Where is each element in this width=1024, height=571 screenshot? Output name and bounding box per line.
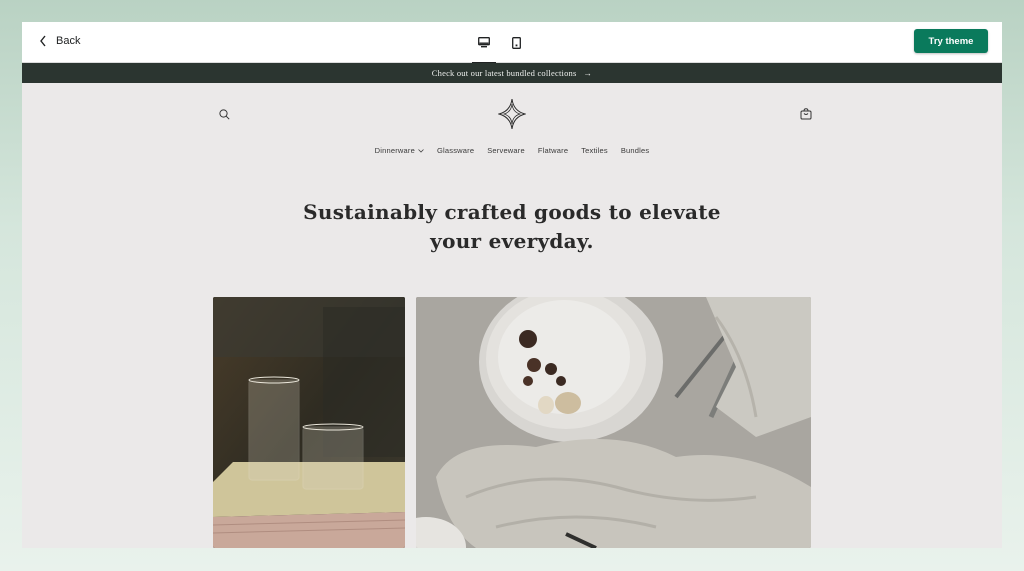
device-switcher xyxy=(472,22,536,64)
search-icon[interactable] xyxy=(219,109,230,120)
nav-item-bundles[interactable]: Bundles xyxy=(621,146,650,155)
nav-item-serveware[interactable]: Serveware xyxy=(487,146,525,155)
main-navigation: Dinnerware Glassware Serveware Flatware … xyxy=(22,146,1002,155)
hero-headline-line1: Sustainably crafted goods to elevate xyxy=(303,200,721,224)
hero-headline: Sustainably crafted goods to elevate you… xyxy=(262,198,762,256)
chevron-down-icon xyxy=(418,148,424,153)
back-button[interactable]: Back xyxy=(38,34,80,48)
desktop-view-button[interactable] xyxy=(472,22,496,64)
nav-item-glassware[interactable]: Glassware xyxy=(437,146,474,155)
arrow-right-icon: → xyxy=(583,68,593,78)
back-label: Back xyxy=(56,35,81,47)
mobile-icon xyxy=(511,36,521,49)
nav-item-dinnerware[interactable]: Dinnerware xyxy=(375,146,424,155)
tableware-photo xyxy=(416,297,811,548)
try-theme-button[interactable]: Try theme xyxy=(914,29,988,53)
cart-icon[interactable] xyxy=(800,108,812,120)
theme-preview-frame: Back Try theme Check out our latest bund… xyxy=(22,22,1002,548)
announcement-text: Check out our latest bundled collections xyxy=(431,68,577,78)
nav-item-label: Dinnerware xyxy=(374,146,415,155)
announcement-bar[interactable]: Check out our latest bundled collections… xyxy=(22,63,1002,83)
nav-item-textiles[interactable]: Textiles xyxy=(581,146,608,155)
glassware-photo xyxy=(213,297,405,548)
glassware-image[interactable] xyxy=(213,297,405,548)
mobile-view-button[interactable] xyxy=(504,22,528,63)
nav-item-flatware[interactable]: Flatware xyxy=(538,146,568,155)
desktop-icon xyxy=(478,37,490,48)
chevron-left-icon xyxy=(40,35,46,47)
preview-toolbar: Back Try theme xyxy=(22,22,1002,64)
star-logo-icon[interactable] xyxy=(498,98,526,130)
hero-headline-line2: your everyday. xyxy=(430,229,594,253)
tableware-image[interactable] xyxy=(416,297,811,548)
